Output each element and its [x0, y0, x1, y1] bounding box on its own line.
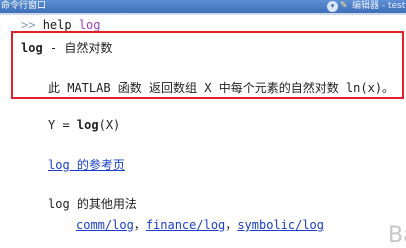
function-name: log	[21, 41, 43, 55]
prompt-symbol: >>	[21, 18, 36, 32]
other-usage-label: log 的其他用法	[48, 197, 137, 211]
command-prompt-line: >> help log	[21, 18, 101, 32]
editor-tab[interactable]: 编辑器 - test.m	[352, 0, 406, 13]
syntax-input: (X)	[98, 118, 121, 132]
heading-summary: - 自然对数	[42, 41, 113, 55]
link-separator: ，	[225, 218, 238, 232]
command-window-output[interactable]: >> help log log - 自然对数 此 MATLAB 函数 返回数组 …	[0, 15, 406, 248]
syntax-line: Y = log(X)	[48, 118, 120, 132]
link-separator: ，	[133, 218, 146, 232]
chevron-down-icon[interactable]: ▾	[327, 1, 338, 12]
command-argument: log	[78, 18, 101, 32]
watermark: Ba	[388, 223, 406, 248]
syntax-function: log	[76, 118, 99, 132]
command-window-titlebar: 命令行窗口 ▾ ✎ 编辑器 - test.m	[0, 0, 406, 13]
link-symbolic-log[interactable]: symbolic/log	[237, 218, 324, 232]
pencil-icon: ✎	[340, 1, 348, 11]
other-usage-links: comm/log，finance/log，symbolic/log	[76, 216, 324, 233]
window-title: 命令行窗口	[1, 1, 47, 11]
reference-page-link[interactable]: log 的参考页	[48, 156, 125, 173]
help-heading: log - 自然对数	[21, 39, 112, 56]
syntax-output: Y =	[48, 118, 77, 132]
link-comm-log[interactable]: comm/log	[76, 218, 134, 232]
link-finance-log[interactable]: finance/log	[146, 218, 225, 232]
help-description: 此 MATLAB 函数 返回数组 X 中每个元素的自然对数 ln(x)。	[48, 81, 395, 95]
command-text: help	[42, 18, 72, 32]
